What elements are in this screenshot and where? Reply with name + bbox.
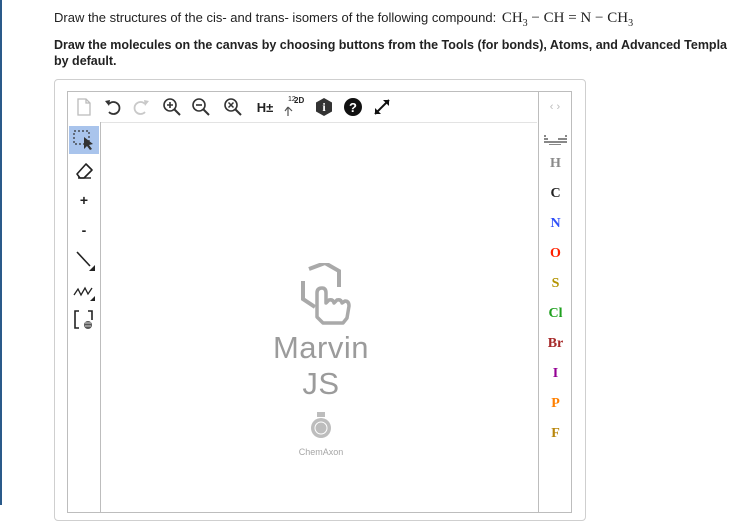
decrease-charge-label: - — [81, 222, 87, 238]
redo-button[interactable] — [130, 96, 152, 118]
chain-icon — [73, 286, 95, 301]
atom-button-f[interactable]: F — [539, 426, 572, 442]
atom-button-p[interactable]: P — [539, 396, 572, 412]
new-document-button[interactable] — [74, 96, 94, 118]
about-button[interactable]: i — [313, 96, 335, 118]
instructions-line-1: Draw the molecules on the canvas by choo… — [54, 38, 727, 52]
chemaxon-brand: ChemAxon — [298, 447, 344, 457]
zoom-in-button[interactable] — [161, 96, 183, 118]
help-button[interactable]: ? — [342, 96, 364, 118]
sgroup-bracket-button[interactable] — [69, 306, 99, 334]
periodic-table-button[interactable] — [544, 132, 568, 150]
single-bond-icon — [76, 251, 95, 271]
atom-toolbar: H C N O S Cl Br I P F — [538, 92, 572, 512]
marvin-editor: H± 12 2D i ? ‹ › + - Marvin JS ChemAxon … — [67, 91, 572, 513]
atom-button-i[interactable]: I — [539, 366, 572, 382]
select-tool-button[interactable] — [69, 126, 99, 154]
question-prefix: Draw the structures of the cis- and tran… — [54, 10, 497, 25]
undo-button[interactable] — [102, 96, 124, 118]
help-label: ? — [349, 99, 357, 115]
increase-charge-label: + — [79, 192, 89, 208]
single-bond-button[interactable] — [69, 246, 99, 274]
formula-ch3-b: CH — [607, 10, 629, 26]
periodic-table-icon — [544, 135, 567, 145]
atom-button-c[interactable]: C — [539, 186, 572, 202]
compound-formula: CH3 − CH = N − CH3 — [501, 10, 634, 29]
increase-charge-button[interactable]: + — [69, 186, 99, 214]
fullscreen-button[interactable] — [371, 96, 393, 118]
eraser-icon — [76, 163, 93, 179]
formula-middle: − CH = N − — [527, 10, 608, 26]
marvin-logo: Marvin JS ChemAxon — [251, 260, 391, 457]
atom-button-cl[interactable]: Cl — [539, 306, 572, 322]
erase-tool-button[interactable] — [69, 156, 99, 184]
chemaxon-flask-icon — [311, 412, 331, 438]
formula-sub-b: 3 — [628, 18, 634, 29]
drawing-canvas[interactable]: Marvin JS ChemAxon — [101, 122, 537, 513]
zoom-in-icon — [163, 98, 181, 116]
new-document-icon — [77, 98, 91, 116]
undo-icon — [105, 100, 121, 115]
zoom-out-button[interactable] — [190, 96, 212, 118]
atom-button-o[interactable]: O — [539, 246, 572, 262]
clean-2d-button[interactable]: 12 2D — [284, 96, 306, 118]
zoom-reset-button[interactable] — [222, 96, 244, 118]
hydrogen-toggle-button[interactable]: H± — [253, 96, 277, 118]
marvin-name: Marvin JS — [272, 330, 369, 401]
marvin-hand-icon — [301, 260, 351, 325]
chain-tool-button[interactable] — [69, 276, 99, 304]
decrease-charge-button[interactable]: - — [69, 216, 99, 244]
instructions-line-2: by default. — [54, 54, 117, 68]
top-toolbar: H± 12 2D i ? ‹ › — [68, 92, 571, 122]
redo-icon — [133, 100, 149, 115]
instructions: Draw the molecules on the canvas by choo… — [54, 37, 751, 69]
rectangle-select-icon — [73, 130, 93, 150]
clean-2d-label: 2D — [294, 96, 305, 105]
atom-button-h[interactable]: H — [539, 156, 572, 172]
zoom-reset-icon — [224, 98, 242, 116]
bracket-icon — [74, 310, 93, 329]
fullscreen-arrows-icon — [374, 99, 390, 115]
hydrogen-toggle-label: H± — [256, 99, 274, 115]
atom-button-n[interactable]: N — [539, 216, 572, 232]
atom-button-br[interactable]: Br — [539, 336, 572, 352]
question-text: Draw the structures of the cis- and tran… — [54, 10, 633, 29]
zoom-out-icon — [192, 98, 210, 116]
atom-button-s[interactable]: S — [539, 276, 572, 292]
info-label: i — [322, 99, 326, 114]
window-edge — [0, 0, 2, 505]
formula-ch3-a: CH — [501, 10, 523, 26]
left-toolbar: + - — [68, 122, 101, 512]
